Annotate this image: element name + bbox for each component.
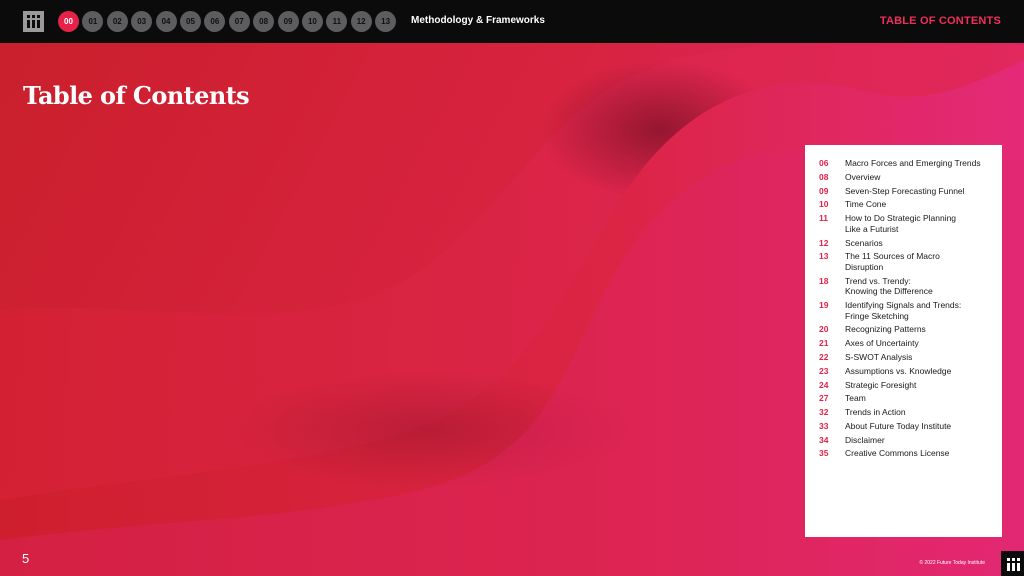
toc-panel: 06 Macro Forces and Emerging Trends 08 Over… (805, 145, 1002, 537)
chapter-navigation: 00 01 02 03 04 05 06 07 08 09 10 11 12 13 (58, 11, 397, 32)
page-number: 5 (22, 551, 30, 566)
toc-item[interactable]: 09 Seven-Step Forecasting Funnel (805, 186, 1002, 197)
toc-item[interactable]: 33 About Future Today Institute (805, 421, 1002, 432)
chapter-pill-00[interactable]: 00 (58, 11, 79, 32)
toc-item[interactable]: 06 Macro Forces and Emerging Trends (805, 158, 1002, 169)
toc-item-title: Trends in Action (845, 407, 906, 418)
toc-page-number: 32 (819, 407, 829, 418)
toc-item[interactable]: 18 Trend vs. Trendy: Knowing the Differen… (805, 276, 1002, 297)
toc-item-title: Assumptions vs. Knowledge (845, 365, 952, 376)
chapter-pill-01[interactable]: 01 (82, 11, 104, 32)
toc-page-number: 35 (819, 448, 829, 459)
toc-item[interactable]: 32 Trends in Action (805, 407, 1002, 418)
toc-item-title: Strategic Foresight (845, 379, 917, 390)
toc-item[interactable]: 20 Recognizing Patterns (805, 324, 1002, 335)
toc-item-title: Trend vs. Trendy: Knowing the Difference (845, 275, 933, 297)
toc-item-title: Creative Commons License (845, 448, 950, 459)
toc-page-number: 10 (819, 199, 829, 210)
toc-page-number: 21 (819, 338, 829, 349)
toc-item-title: About Future Today Institute (845, 420, 952, 431)
toc-item[interactable]: 08 Overview (805, 172, 1002, 183)
toc-list: 06 Macro Forces and Emerging Trends 08 Over… (805, 158, 1002, 462)
toc-item-title: Disclaimer (845, 434, 885, 445)
toc-item-title: Time Cone (845, 199, 887, 210)
page-title: Table of Contents (23, 81, 250, 110)
toc-page-number: 22 (819, 351, 829, 362)
toc-item-title: How to Do Strategic Planning Like a Futu… (845, 213, 957, 234)
toc-item[interactable]: 35 Creative Commons License (805, 448, 1002, 459)
toc-page-number: 23 (819, 365, 829, 376)
toc-page-number: 34 (819, 434, 829, 445)
chapter-pill-12[interactable]: 12 (350, 11, 372, 32)
toc-item-title: Identifying Signals and Trends: Fringe S… (845, 300, 962, 321)
copyright-text: © 2022 Future Today Institute (919, 560, 985, 566)
toc-item[interactable]: 10 Time Cone (805, 199, 1002, 210)
toc-item[interactable]: 12 Scenarios (805, 238, 1002, 249)
chapter-pill-03[interactable]: 03 (131, 11, 153, 32)
toc-item[interactable]: 13 The 11 Sources of Macro Disruption (805, 251, 1002, 272)
chapter-pill-02[interactable]: 02 (106, 11, 128, 32)
section-name: Methodology & Frameworks (411, 15, 545, 26)
toc-item-title: Recognizing Patterns (845, 324, 926, 335)
toc-item[interactable]: 11 How to Do Strategic Planning Like a Fu… (805, 213, 1002, 234)
toc-page-number: 12 (819, 237, 829, 248)
toc-item[interactable]: 22 S-SWOT Analysis (805, 352, 1002, 363)
toc-page-number: 09 (819, 185, 829, 196)
toc-page-number: 13 (819, 251, 829, 262)
toc-item[interactable]: 27 Team (805, 393, 1002, 404)
toc-item[interactable]: 34 Disclaimer (805, 435, 1002, 446)
chapter-pill-07[interactable]: 07 (228, 11, 250, 32)
toc-item-title: Scenarios (845, 237, 883, 248)
toc-item-title: Team (845, 393, 866, 404)
toc-item-title: Macro Forces and Emerging Trends (845, 158, 981, 168)
toc-page-number: 20 (819, 324, 829, 335)
chapter-pill-11[interactable]: 11 (326, 11, 348, 32)
toc-item-title: The 11 Sources of Macro Disruption (845, 251, 940, 272)
chapter-pill-09[interactable]: 09 (277, 11, 299, 32)
toc-page-number: 06 (819, 158, 829, 168)
toc-item-title: Axes of Uncertainty (845, 338, 919, 349)
toc-item[interactable]: 19 Identifying Signals and Trends: Fringe… (805, 300, 1002, 321)
toc-item-title: S-SWOT Analysis (845, 351, 913, 362)
toc-page-number: 08 (819, 171, 829, 182)
chapter-pill-05[interactable]: 05 (179, 11, 201, 32)
toc-item-title: Seven-Step Forecasting Funnel (845, 185, 965, 196)
toc-item[interactable]: 24 Strategic Foresight (805, 380, 1002, 391)
chapter-pill-10[interactable]: 10 (301, 11, 323, 32)
chapter-pill-04[interactable]: 04 (155, 11, 177, 32)
toc-page-number: 11 (819, 213, 828, 224)
toc-page-number: 27 (819, 393, 829, 404)
top-navigation-bar: 00 01 02 03 04 05 06 07 08 09 10 11 12 13 Methodology… (0, 0, 1024, 43)
toc-item[interactable]: 23 Assumptions vs. Knowledge (805, 366, 1002, 377)
toc-page-number: 33 (819, 420, 829, 431)
toc-page-number: 18 (819, 275, 829, 286)
footer-logo-icon (1001, 551, 1024, 576)
toc-item-title: Overview (845, 171, 881, 182)
chapter-pill-13[interactable]: 13 (375, 11, 397, 32)
table-of-contents-link[interactable]: TABLE OF CONTENTS (880, 15, 1001, 27)
toc-page-number: 24 (819, 379, 829, 390)
chapter-pill-06[interactable]: 06 (204, 11, 226, 32)
chapter-pill-08[interactable]: 08 (253, 11, 275, 32)
toc-item[interactable]: 21 Axes of Uncertainty (805, 338, 1002, 349)
fti-logo-icon[interactable] (23, 11, 44, 32)
toc-page-number: 19 (819, 300, 829, 311)
